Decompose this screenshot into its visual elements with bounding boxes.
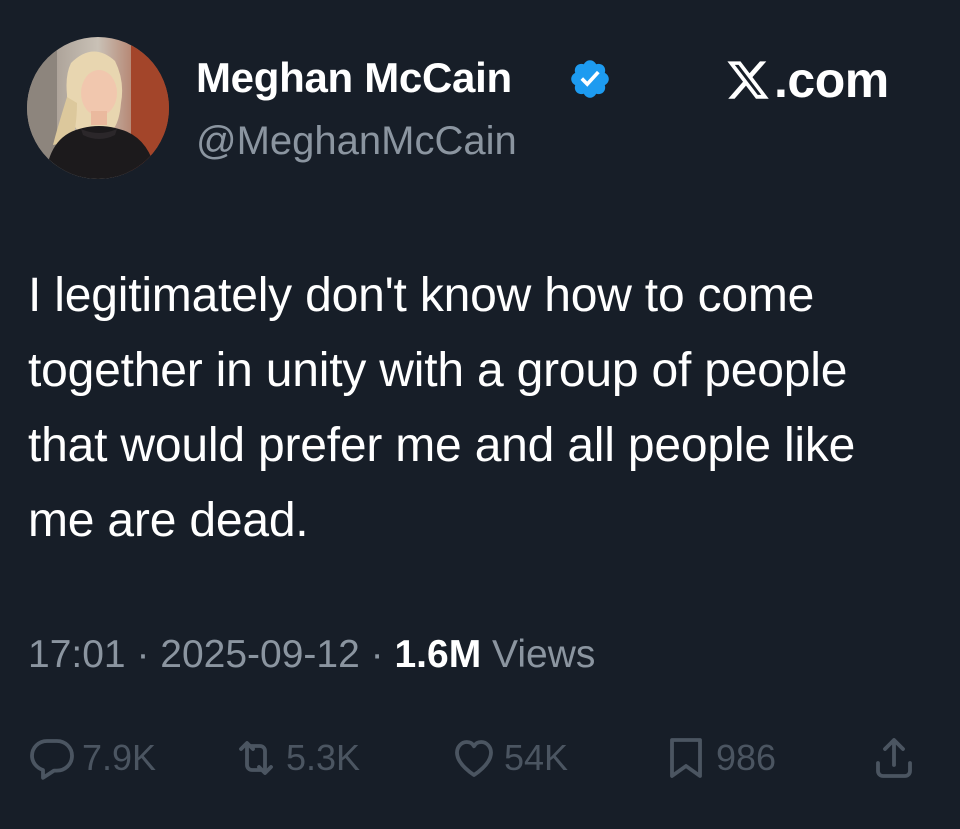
share-icon (876, 738, 912, 778)
x-logo-icon (727, 61, 769, 99)
display-name[interactable]: Meghan McCain (196, 52, 512, 104)
like-count: 54K (504, 737, 569, 778)
meta-separator: · (136, 633, 150, 676)
bookmark-count: 986 (716, 737, 777, 778)
heart-icon (455, 740, 493, 777)
tweet-text: I legitimately don't know how to come to… (28, 269, 856, 547)
reply-count: 7.9K (82, 737, 157, 778)
bookmark-icon (670, 738, 702, 778)
tweet-date[interactable]: 2025-09-12 (160, 633, 360, 676)
brand-text: .com (774, 52, 889, 108)
bookmark-button[interactable]: 986 (662, 728, 776, 788)
views-label[interactable]: Views (492, 633, 595, 676)
repost-icon (239, 741, 273, 775)
like-button[interactable]: 54K (450, 728, 568, 788)
share-button[interactable] (870, 728, 924, 788)
repost-count: 5.3K (286, 737, 361, 778)
action-bar: 7.9K 5.3K 54K 986 (0, 728, 960, 788)
avatar[interactable] (27, 37, 169, 179)
reply-icon (30, 739, 74, 780)
user-handle[interactable]: @MeghanMcCain (196, 116, 517, 166)
tweet-card: Meghan McCain @MeghanMcCain .com I legit… (0, 0, 960, 829)
brand-watermark: .com (724, 52, 889, 108)
repost-button[interactable]: 5.3K (232, 728, 360, 788)
views-count[interactable]: 1.6M (394, 633, 481, 676)
tweet-time[interactable]: 17:01 (28, 633, 126, 676)
reply-button[interactable]: 7.9K (28, 728, 156, 788)
verified-badge-icon (571, 60, 609, 98)
tweet-meta: 17:01 · 2025-09-12 · 1.6M Views (28, 630, 595, 680)
meta-separator: · (370, 633, 384, 676)
